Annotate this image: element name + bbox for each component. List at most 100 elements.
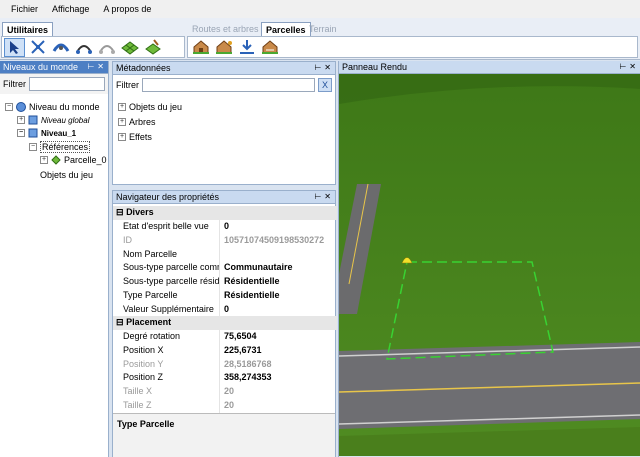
category-label: Divers	[126, 207, 154, 217]
property-value[interactable]: 225,6731	[219, 343, 337, 358]
property-row[interactable]: Sous-type parcelle comm Communautaire	[113, 261, 337, 276]
metadata-title: Métadonnées	[116, 63, 171, 73]
cursor-select-icon[interactable]	[4, 37, 25, 57]
property-value[interactable]: 10571074509198530272	[219, 233, 337, 248]
property-row[interactable]: ID 10571074509198530272	[113, 233, 337, 248]
render-header: Panneau Rendu ⊢ ✕	[339, 61, 640, 74]
render-viewport[interactable]	[339, 74, 640, 456]
parcels-toolbar	[187, 36, 638, 58]
expand-icon[interactable]: +	[40, 156, 48, 164]
pin-icon[interactable]: ⊢	[314, 62, 321, 74]
property-row[interactable]: Degré rotation 75,6504	[113, 330, 337, 344]
expand-icon[interactable]: +	[118, 133, 126, 141]
tab-utilitaires[interactable]: Utilitaires	[2, 22, 54, 36]
metadata-header: Métadonnées ⊢ ✕	[113, 62, 335, 75]
tree-objects[interactable]: Objets du jeu	[40, 170, 93, 180]
property-value[interactable]: 20	[219, 385, 337, 399]
property-value[interactable]: Communautaire	[219, 261, 337, 276]
tree-level-label: Niveau_1	[41, 128, 77, 138]
property-row[interactable]: Position Y 28,5186768	[113, 357, 337, 372]
collapse-icon[interactable]: −	[29, 143, 37, 151]
pin-icon[interactable]: ⊢	[314, 191, 321, 203]
category-divers[interactable]: ⊟ Divers	[113, 206, 337, 220]
category-placement[interactable]: ⊟ Placement	[113, 316, 337, 330]
tab-parcelles[interactable]: Parcelles	[261, 22, 311, 36]
grid-paint-icon[interactable]	[119, 38, 140, 57]
world-filter-input[interactable]	[29, 77, 105, 91]
render-title: Panneau Rendu	[342, 62, 408, 72]
property-row[interactable]: Type Parcelle Résidentielle	[113, 289, 337, 303]
property-row[interactable]: Nom Parcelle	[113, 247, 337, 262]
property-name: Sous-type parcelle comm	[123, 262, 219, 273]
pin-icon[interactable]: ⊢	[619, 61, 626, 73]
metadata-filter-input[interactable]	[142, 78, 315, 92]
tree-references-label: Références	[40, 141, 91, 153]
property-row[interactable]: Taille X 20	[113, 385, 337, 399]
tree-parcel[interactable]: + Parcelle_0	[40, 155, 107, 165]
close-icon[interactable]: ✕	[324, 62, 331, 74]
tree-parcel-label: Parcelle_0	[64, 155, 107, 165]
tab-routes-arbres[interactable]: Routes et arbres	[188, 22, 263, 36]
terrain-brush-icon[interactable]	[142, 38, 163, 57]
property-row[interactable]: Taille Z 20	[113, 399, 337, 413]
menu-a-propos[interactable]: A propos de	[103, 4, 151, 14]
property-value[interactable]: 20	[219, 399, 337, 413]
property-value[interactable]: 0	[219, 302, 337, 317]
menu-fichier[interactable]: Fichier	[11, 4, 38, 14]
property-row[interactable]: Position X 225,6731	[113, 343, 337, 358]
collapse-icon[interactable]: −	[5, 103, 13, 111]
house-move-icon[interactable]	[259, 38, 280, 57]
collapse-icon[interactable]: −	[17, 129, 25, 137]
property-value[interactable]: 358,274353	[219, 371, 337, 386]
expand-icon[interactable]: +	[118, 118, 126, 126]
path-tool-icon[interactable]	[50, 38, 71, 57]
property-value[interactable]: 75,6504	[219, 330, 337, 344]
meta-item-label: Effets	[129, 132, 152, 142]
spread-arrows-icon[interactable]	[27, 38, 48, 57]
curve-delete-icon[interactable]	[96, 38, 117, 57]
tree-global[interactable]: + Niveau global	[17, 115, 89, 125]
properties-title: Navigateur des propriétés	[116, 192, 220, 202]
property-value[interactable]: Résidentielle	[219, 289, 337, 303]
tree-references[interactable]: − Références	[29, 141, 91, 153]
tree-root-label: Niveau du monde	[29, 102, 100, 112]
property-name: Position X	[123, 344, 164, 355]
clear-filter-button[interactable]: X	[318, 78, 332, 92]
meta-item-trees[interactable]: + Arbres	[118, 117, 156, 127]
parcel-icon	[51, 155, 61, 165]
property-row[interactable]: Etat d'esprit belle vue 0	[113, 220, 337, 234]
filter-label: Filtrer	[116, 80, 139, 90]
curve-edit-icon[interactable]	[73, 38, 94, 57]
tree-root[interactable]: − Niveau du monde	[5, 102, 100, 112]
expand-icon[interactable]: +	[17, 116, 25, 124]
description-box: Type Parcelle	[113, 413, 335, 457]
filter-label: Filtrer	[3, 79, 26, 89]
close-icon[interactable]: ✕	[324, 191, 331, 203]
metadata-panel: Métadonnées ⊢ ✕ Filtrer X + Objets du jeu …	[112, 61, 336, 185]
close-icon[interactable]: ✕	[97, 61, 104, 73]
property-row[interactable]: Position Z 358,274353	[113, 371, 337, 386]
ribbon: Utilitaires Routes et arbres Parcelles T…	[0, 18, 640, 60]
pin-icon[interactable]: ⊢	[87, 61, 94, 73]
house-edit-icon[interactable]	[213, 38, 234, 57]
menu-affichage[interactable]: Affichage	[52, 4, 89, 14]
close-icon[interactable]: ✕	[629, 61, 636, 73]
house-add-icon[interactable]	[190, 38, 211, 57]
world-filter-row: Filtrer	[0, 74, 108, 94]
menu-bar: Fichier Affichage A propos de	[0, 0, 640, 18]
download-arrow-icon[interactable]	[236, 38, 257, 57]
property-value[interactable]: 0	[219, 220, 337, 234]
property-row[interactable]: Sous-type parcelle résid Résidentielle	[113, 275, 337, 289]
collapse-icon[interactable]: ⊟	[116, 207, 124, 217]
collapse-icon[interactable]: ⊟	[116, 317, 124, 327]
property-value[interactable]: 28,5186768	[219, 357, 337, 372]
world-levels-panel: Niveaux du monde ⊢ ✕ Filtrer − Niveau du …	[0, 61, 109, 457]
expand-icon[interactable]: +	[118, 103, 126, 111]
property-value[interactable]	[219, 247, 337, 262]
tab-terrain[interactable]: Terrain	[305, 22, 341, 36]
property-row[interactable]: Valeur Supplémentaire 0	[113, 302, 337, 317]
property-value[interactable]: Résidentielle	[219, 275, 337, 289]
meta-item-objects[interactable]: + Objets du jeu	[118, 102, 182, 112]
tree-level[interactable]: − Niveau_1	[17, 128, 76, 138]
meta-item-effects[interactable]: + Effets	[118, 132, 152, 142]
